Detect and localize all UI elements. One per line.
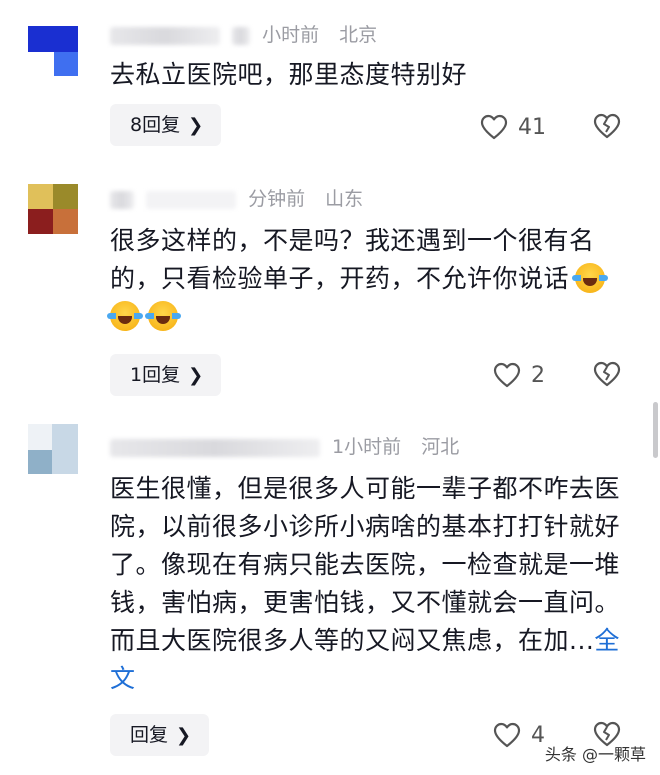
like-count: 4: [531, 722, 545, 748]
laugh-cry-emoji: [572, 263, 609, 293]
comment-text-body: 很多这样的，不是吗？我还遇到一个很有名的，只看检验单子，开药，不允许你说话: [110, 226, 595, 293]
chevron-right-icon: ❯: [188, 365, 204, 386]
comment-item: 分钟前 山东 很多这样的，不是吗？我还遇到一个很有名的，只看检验单子，开药，不允…: [0, 170, 660, 410]
avatar[interactable]: [28, 26, 78, 76]
blurred-username: [110, 190, 134, 209]
avatar[interactable]: [28, 184, 78, 234]
like-count: 2: [531, 362, 545, 388]
comment-location: 北京: [339, 24, 378, 46]
watermark: 头条 @一颗草: [544, 745, 646, 764]
reply-label: 8回复: [130, 114, 181, 136]
comment-item: 小时前 北京 去私立医院吧，那里态度特别好 8回复 ❯ 41: [0, 0, 660, 170]
heart-outline-icon: [493, 362, 521, 388]
comment-meta: 分钟前 山东: [110, 186, 363, 212]
reply-button[interactable]: 回复 ❯: [110, 714, 210, 756]
broken-heart-icon: [593, 113, 621, 139]
blurred-text: [146, 190, 237, 209]
scrollbar[interactable]: [653, 402, 658, 458]
blurred-username: [110, 26, 220, 45]
comment-meta: 小时前 北京: [110, 22, 377, 48]
chevron-right-icon: ❯: [188, 115, 204, 136]
blurred-text: [232, 26, 251, 45]
blurred-username: [110, 438, 320, 457]
like-count: 41: [518, 114, 546, 140]
comment-time: 分钟前: [248, 188, 306, 210]
laugh-cry-emoji: [145, 301, 181, 331]
like-button[interactable]: 4: [493, 718, 545, 752]
chevron-right-icon: ❯: [176, 725, 192, 746]
like-button[interactable]: 2: [493, 358, 545, 392]
comment-text: 医生很懂，但是很多人可能一辈子都不咋去医院，以前很多小诊所小病啥的基本打打针就好…: [110, 470, 620, 698]
comment-time: 小时前: [262, 24, 320, 46]
comment-time: 1小时前: [332, 436, 402, 458]
comment-location: 山东: [325, 188, 364, 210]
dislike-button[interactable]: [592, 360, 622, 390]
broken-heart-icon: [593, 361, 621, 387]
comment-location: 河北: [421, 436, 460, 458]
reply-button[interactable]: 1回复 ❯: [110, 354, 222, 396]
laugh-cry-emoji: [107, 301, 143, 331]
heart-outline-icon: [480, 114, 508, 140]
heart-outline-icon: [493, 722, 521, 748]
comment-item: 1小时前 河北 医生很懂，但是很多人可能一辈子都不咋去医院，以前很多小诊所小病啥…: [0, 410, 660, 775]
avatar[interactable]: [28, 424, 78, 474]
comment-text: 很多这样的，不是吗？我还遇到一个很有名的，只看检验单子，开药，不允许你说话: [107, 222, 620, 336]
comment-text-body: 医生很懂，但是很多人可能一辈子都不咋去医院，以前很多小诊所小病啥的基本打打针就好…: [110, 474, 621, 655]
reply-label: 1回复: [130, 364, 181, 386]
dislike-button[interactable]: [592, 112, 622, 142]
reply-button[interactable]: 8回复 ❯: [110, 104, 222, 146]
comment-meta: 1小时前 河北: [110, 434, 459, 460]
comment-text: 去私立医院吧，那里态度特别好: [110, 60, 468, 89]
reply-label: 回复: [130, 724, 169, 746]
like-button[interactable]: 41: [480, 110, 546, 144]
